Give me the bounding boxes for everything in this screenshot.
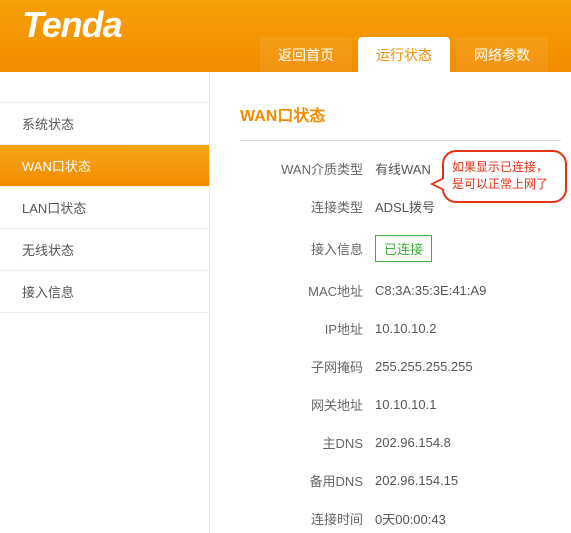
label-mask: 子网掩码 — [240, 357, 375, 376]
row-dns2: 备用DNS 202.96.154.15 — [240, 471, 561, 490]
row-dns1: 主DNS 202.96.154.8 — [240, 433, 561, 452]
value-gateway: 10.10.10.1 — [375, 397, 436, 412]
label-conn-time: 连接时间 — [240, 509, 375, 528]
brand-logo: Tenda — [22, 4, 122, 46]
value-dns2: 202.96.154.15 — [375, 473, 458, 488]
header: Tenda 返回首页 运行状态 网络参数 — [0, 0, 571, 72]
divider — [240, 140, 561, 141]
sidebar-item-wireless-status[interactable]: 无线状态 — [0, 229, 209, 271]
label-access-info: 接入信息 — [240, 239, 375, 258]
panel-title: WAN口状态 — [240, 102, 561, 132]
row-mac: MAC地址 C8:3A:35:3E:41:A9 — [240, 281, 561, 300]
sidebar-item-access-info[interactable]: 接入信息 — [0, 271, 209, 313]
label-conn-type: 连接类型 — [240, 197, 375, 216]
sidebar-item-system-status[interactable]: 系统状态 — [0, 102, 209, 145]
label-dns1: 主DNS — [240, 433, 375, 452]
value-dns1: 202.96.154.8 — [375, 435, 451, 450]
value-access-info: 已连接 — [375, 235, 432, 262]
body: 系统状态 WAN口状态 LAN口状态 无线状态 接入信息 WAN口状态 WAN介… — [0, 72, 571, 533]
tab-home[interactable]: 返回首页 — [260, 37, 352, 72]
row-mask: 子网掩码 255.255.255.255 — [240, 357, 561, 376]
value-ip: 10.10.10.2 — [375, 321, 436, 336]
annotation-callout: 如果显示已连接，是可以正常上网了 — [442, 150, 567, 203]
value-conn-type: ADSL拨号 — [375, 197, 435, 216]
value-mac: C8:3A:35:3E:41:A9 — [375, 283, 486, 298]
sidebar-item-wan-status[interactable]: WAN口状态 — [0, 145, 209, 187]
value-mask: 255.255.255.255 — [375, 359, 473, 374]
value-media-type: 有线WAN — [375, 159, 431, 178]
row-ip: IP地址 10.10.10.2 — [240, 319, 561, 338]
label-ip: IP地址 — [240, 319, 375, 338]
sidebar-item-lan-status[interactable]: LAN口状态 — [0, 187, 209, 229]
row-access-info: 接入信息 已连接 — [240, 235, 561, 262]
row-gateway: 网关地址 10.10.10.1 — [240, 395, 561, 414]
label-gateway: 网关地址 — [240, 395, 375, 414]
value-conn-time: 0天00:00:43 — [375, 509, 446, 528]
top-tabs: 返回首页 运行状态 网络参数 — [260, 37, 548, 72]
label-media-type: WAN介质类型 — [240, 159, 375, 178]
label-mac: MAC地址 — [240, 281, 375, 300]
sidebar: 系统状态 WAN口状态 LAN口状态 无线状态 接入信息 — [0, 72, 210, 533]
row-conn-time: 连接时间 0天00:00:43 — [240, 509, 561, 528]
tab-network[interactable]: 网络参数 — [456, 37, 548, 72]
connected-badge: 已连接 — [375, 235, 432, 262]
tab-status[interactable]: 运行状态 — [358, 37, 450, 72]
label-dns2: 备用DNS — [240, 471, 375, 490]
content-panel: WAN口状态 WAN介质类型 有线WAN 连接类型 ADSL拨号 接入信息 已连… — [210, 72, 571, 533]
